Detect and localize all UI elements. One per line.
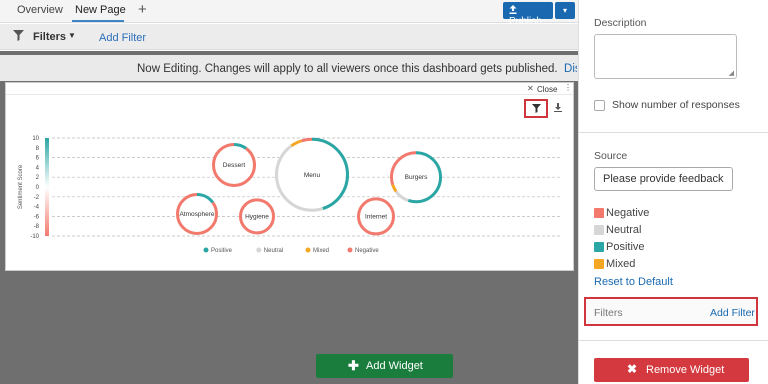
bubble-label: Internet (365, 213, 387, 220)
editing-notice-text: Now Editing. Changes will apply to all v… (137, 63, 558, 75)
upload-icon (509, 5, 517, 14)
source-label: Source (594, 150, 628, 162)
source-value: Please provide feedback (603, 173, 724, 185)
y-tick-label: -6 (34, 214, 40, 220)
y-tick-label: 4 (36, 165, 40, 171)
reset-to-default-link[interactable]: Reset to Default (594, 276, 673, 288)
y-tick-label: 8 (36, 146, 40, 152)
y-tick-label: -8 (34, 224, 40, 230)
color-swatch[interactable] (594, 259, 604, 269)
remove-widget-button[interactable]: ✖ Remove Widget (594, 358, 749, 382)
publish-options-button[interactable]: ▾ (555, 2, 575, 19)
chevron-down-icon[interactable]: ▼ (68, 31, 76, 40)
filter-icon (532, 104, 541, 113)
close-widget-button[interactable]: Close (537, 85, 557, 94)
filter-bar: Filters ▼ Add Filter (0, 24, 578, 50)
bubble-chart: Sentiment Score 10 8 6 4 2 0 -2 -4 -6 -8 -10 Dessert… (18, 136, 561, 254)
y-tick-label: 10 (32, 136, 39, 142)
filters-dropdown[interactable]: Filters (33, 31, 66, 43)
y-tick-label: 0 (36, 185, 40, 191)
active-tab-indicator (72, 20, 124, 22)
filters-label: Filters (594, 307, 623, 319)
bubble-label: Hygiene (245, 213, 269, 220)
description-textarea[interactable]: ◢ (594, 34, 737, 79)
more-options-icon[interactable]: ⋮ (564, 83, 572, 92)
divider (579, 340, 768, 341)
legend-marker (305, 247, 311, 253)
chart-legend-label: Negative (355, 248, 379, 254)
close-icon[interactable]: ✕ (527, 84, 534, 93)
sentiment-axis-bar (45, 138, 49, 236)
chart-legend-label: Neutral (264, 248, 283, 254)
editing-notice: Now Editing. Changes will apply to all v… (137, 63, 577, 75)
divider (579, 132, 768, 133)
legend-label: Mixed (606, 258, 636, 270)
add-filter-link[interactable]: Add Filter (710, 307, 755, 319)
y-tick-label: -10 (30, 234, 39, 240)
show-responses-checkbox[interactable] (594, 100, 605, 111)
bubble-label: Atmosphere (179, 211, 214, 218)
remove-widget-label: Remove Widget (646, 364, 725, 376)
widget-settings-panel: Description ◢ Show number of responses S… (578, 0, 768, 384)
legend-marker (256, 247, 262, 253)
y-tick-label: 2 (36, 175, 40, 181)
add-page-button[interactable]: + (138, 1, 147, 18)
chart-filter-button[interactable] (524, 99, 548, 118)
y-tick-label: -2 (34, 195, 40, 201)
add-filter-link[interactable]: Add Filter (99, 32, 146, 44)
bubble-label: Menu (304, 172, 321, 179)
legend-label: Positive (606, 241, 645, 253)
bubble-label: Dessert (223, 162, 246, 169)
chevron-down-icon: ▾ (562, 6, 567, 15)
color-swatch[interactable] (594, 242, 604, 252)
legend-label: Neutral (606, 224, 642, 236)
source-select[interactable]: Please provide feedback (594, 167, 733, 191)
resize-handle-icon[interactable]: ◢ (729, 69, 734, 77)
legend-marker (347, 247, 353, 253)
y-axis-label: Sentiment Score (18, 164, 24, 209)
add-widget-label: Add Widget (366, 360, 423, 372)
filter-icon[interactable] (13, 30, 24, 41)
y-tick-label: -4 (34, 205, 40, 211)
y-tick-label: 6 (36, 156, 40, 162)
chart-legend-label: Positive (211, 248, 233, 254)
widget-header: ✕ Close ⋮ (6, 83, 573, 95)
legend-label: Negative (606, 207, 650, 219)
plus-icon: ✚ (348, 358, 359, 373)
discard-link[interactable]: Discard (564, 63, 577, 75)
color-swatch[interactable] (594, 225, 604, 235)
download-icon[interactable] (554, 103, 562, 112)
chart-legend-label: Mixed (313, 248, 329, 254)
tab-overview[interactable]: Overview (17, 4, 63, 16)
widget-filters-section: Filters Add Filter (584, 297, 758, 326)
close-icon: ✖ (627, 362, 638, 376)
show-responses-label: Show number of responses (612, 99, 740, 111)
legend-marker (203, 247, 209, 253)
bubble-chart-widget[interactable]: ✕ Close ⋮ Sentiment Score 10 8 6 4 2 0 -2 -4 -6 -8… (5, 82, 574, 271)
publish-button[interactable]: Publish (503, 2, 553, 27)
description-label: Description (594, 17, 647, 29)
bubble-label: Burgers (405, 174, 429, 181)
add-widget-button[interactable]: ✚ Add Widget (316, 354, 453, 378)
tab-new-page[interactable]: New Page (75, 4, 126, 16)
tab-bar: Overview New Page + Publish ▾ (0, 0, 578, 27)
color-swatch[interactable] (594, 208, 604, 218)
dashboard-area: Overview New Page + Publish ▾ Filters ▼ … (0, 0, 578, 384)
